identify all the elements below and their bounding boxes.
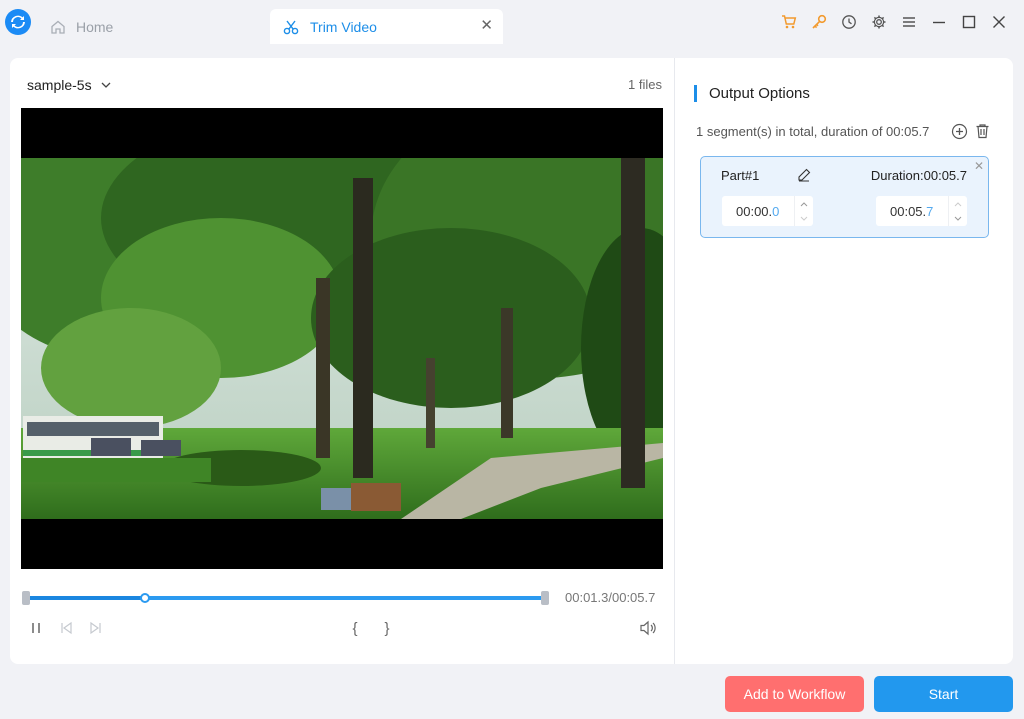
file-count: 1 files (628, 77, 662, 92)
timeline-slider[interactable] (22, 591, 549, 605)
mark-out-button[interactable]: } (379, 618, 395, 638)
segments-summary: 1 segment(s) in total, duration of 00:05… (696, 124, 930, 139)
pause-icon[interactable] (26, 618, 46, 638)
tab-trim-label: Trim Video (310, 18, 377, 35)
time-readout: 00:01.3/00:05.7 (565, 590, 656, 605)
trash-icon[interactable] (973, 122, 991, 140)
video-pane: sample-5s 1 files 00:01.3/00:05.7 {} (10, 58, 675, 664)
window-toolbar (774, 12, 1014, 32)
add-segment-icon[interactable] (950, 122, 968, 140)
tab-trim-video[interactable]: Trim Video ✕ (270, 9, 503, 44)
chevron-up-icon[interactable] (795, 196, 813, 211)
playhead[interactable] (139, 593, 150, 603)
volume-icon[interactable] (637, 618, 659, 638)
add-to-workflow-button[interactable]: Add to Workflow (725, 676, 864, 712)
video-preview[interactable] (21, 108, 663, 569)
segment-card[interactable]: Part#1 Duration:00:05.7 ✕ 00:00.0 00:05.… (700, 156, 989, 238)
mark-in-button[interactable]: { (347, 618, 363, 638)
gear-icon[interactable] (864, 12, 894, 32)
output-options-title: Output Options (694, 85, 810, 102)
next-frame-icon[interactable] (86, 618, 106, 638)
tab-home[interactable]: Home (50, 9, 260, 44)
history-icon[interactable] (834, 12, 864, 32)
tab-close-icon[interactable]: ✕ (480, 18, 493, 34)
pencil-icon[interactable] (795, 166, 813, 184)
start-time-fraction: 0 (772, 203, 780, 219)
segment-name: Part#1 (721, 168, 760, 183)
scissors-icon (282, 18, 300, 36)
app-logo-icon (5, 9, 31, 35)
segment-start-time-field[interactable]: 00:00.0 (722, 196, 813, 226)
maximize-icon[interactable] (954, 12, 984, 32)
start-time-stepper (794, 196, 813, 226)
segment-duration: Duration:00:05.7 (870, 168, 967, 183)
chevron-down-icon[interactable] (795, 211, 813, 226)
start-time-main: 00:00. (736, 203, 773, 219)
main-panel: sample-5s 1 files 00:01.3/00:05.7 {} Ou… (10, 58, 1013, 664)
file-selector[interactable]: sample-5s (27, 77, 112, 93)
close-icon[interactable] (984, 12, 1014, 32)
prev-frame-icon[interactable] (56, 618, 76, 638)
segment-actions (950, 122, 991, 140)
chevron-down-icon[interactable] (949, 211, 967, 226)
title-bar: Home Trim Video ✕ (0, 0, 1024, 46)
start-button[interactable]: Start (874, 676, 1013, 712)
chevron-down-icon (100, 79, 112, 91)
video-frame (21, 158, 663, 519)
trim-start-handle[interactable] (22, 591, 30, 605)
end-time-fraction: 7 (926, 203, 934, 219)
cart-icon[interactable] (774, 12, 804, 32)
end-time-main: 00:05. (890, 203, 927, 219)
segment-close-icon[interactable]: ✕ (974, 159, 984, 173)
end-time-stepper (948, 196, 967, 226)
segment-end-time-field[interactable]: 00:05.7 (876, 196, 967, 226)
timeline-progress (25, 596, 145, 600)
chevron-up-icon[interactable] (949, 196, 967, 211)
file-name-label: sample-5s (27, 77, 92, 93)
player-controls: { } (10, 618, 675, 642)
menu-icon[interactable] (894, 12, 924, 32)
minimize-icon[interactable] (924, 12, 954, 32)
trim-end-handle[interactable] (541, 591, 549, 605)
output-options-pane: Output Options 1 segment(s) in total, du… (676, 58, 1013, 664)
key-icon[interactable] (804, 12, 834, 32)
end-time-value: 00:05.7 (876, 204, 948, 219)
home-icon (50, 19, 66, 35)
start-time-value: 00:00.0 (722, 204, 794, 219)
tab-home-label: Home (76, 18, 114, 35)
